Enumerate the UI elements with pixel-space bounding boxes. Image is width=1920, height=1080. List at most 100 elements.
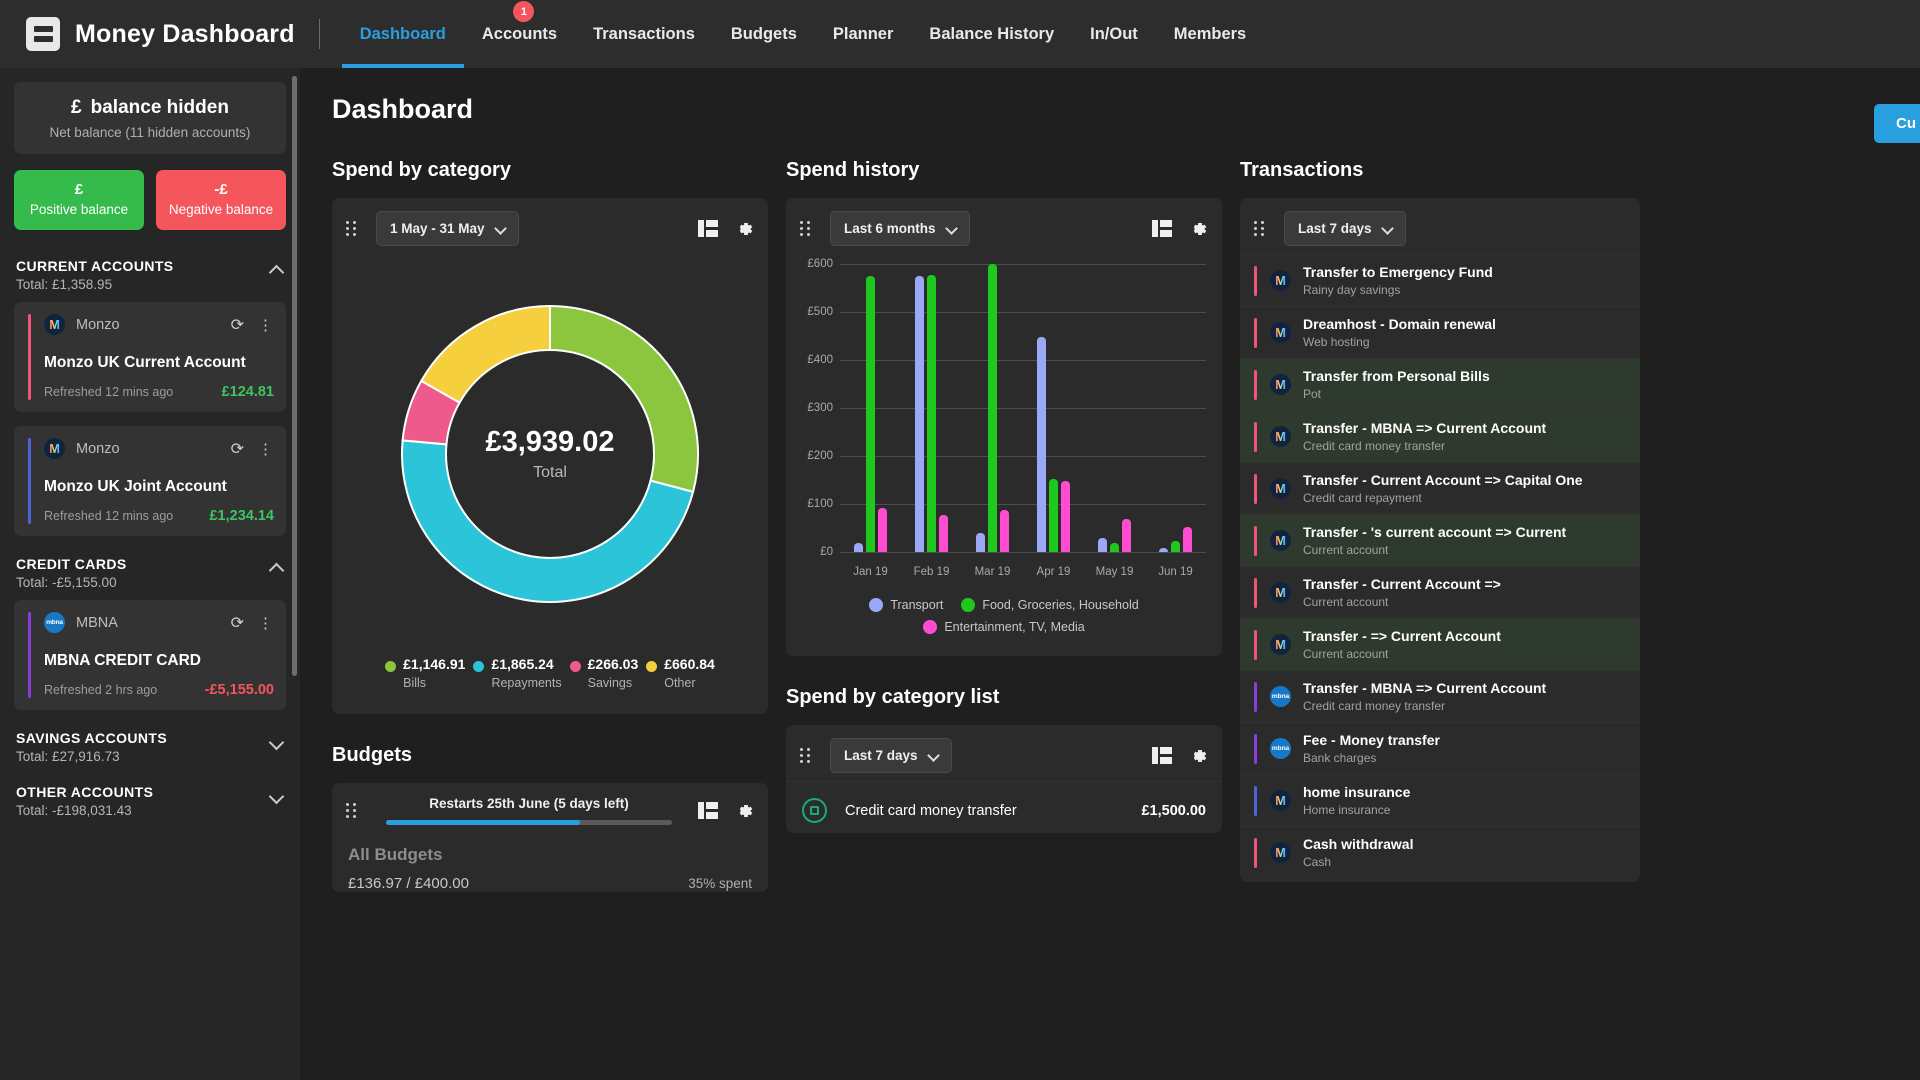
gear-icon[interactable] xyxy=(1188,219,1208,239)
nav-item-balance-history[interactable]: Balance History xyxy=(911,0,1072,68)
donut-slice-other[interactable] xyxy=(421,306,550,403)
nav-item-dashboard[interactable]: Dashboard xyxy=(342,0,464,68)
drag-handle-icon[interactable] xyxy=(346,803,360,818)
account-bank-name: Monzo xyxy=(76,441,231,457)
gear-icon[interactable] xyxy=(1188,746,1208,766)
bar-group xyxy=(901,264,962,552)
positive-balance-button[interactable]: £ Positive balance xyxy=(14,170,144,230)
donut-legend-item[interactable]: £1,865.24Repayments xyxy=(473,656,561,690)
refresh-icon[interactable]: ⟳ xyxy=(231,439,244,459)
budget-percent: 35% spent xyxy=(688,876,752,891)
refresh-icon[interactable]: ⟳ xyxy=(231,613,244,633)
transaction-row[interactable]: M home insuranceHome insurance xyxy=(1240,774,1640,826)
nav-item-planner[interactable]: Planner xyxy=(815,0,912,68)
x-axis-tick-label: May 19 xyxy=(1084,566,1145,578)
chart-legend-item[interactable]: Food, Groceries, Household xyxy=(961,598,1138,612)
account-color-stripe xyxy=(28,438,31,524)
account-group-header[interactable]: CREDIT CARDSTotal: -£5,155.00 xyxy=(14,550,286,600)
bar-entertainment[interactable] xyxy=(1183,527,1192,552)
drag-handle-icon[interactable] xyxy=(800,221,814,236)
nav-item-members[interactable]: Members xyxy=(1156,0,1264,68)
transaction-row[interactable]: MTransfer - 's current account => Curren… xyxy=(1240,514,1640,566)
transaction-row[interactable]: MTransfer - MBNA => Current AccountCredi… xyxy=(1240,410,1640,462)
bar-entertainment[interactable] xyxy=(1061,481,1070,552)
bar-entertainment[interactable] xyxy=(1000,510,1009,552)
account-group-header[interactable]: CURRENT ACCOUNTSTotal: £1,358.95 xyxy=(14,252,286,302)
bar-food[interactable] xyxy=(1049,479,1058,552)
transaction-row[interactable]: MTransfer to Emergency FundRainy day sav… xyxy=(1240,254,1640,306)
chevron-down-icon[interactable] xyxy=(270,790,284,804)
account-group: CURRENT ACCOUNTSTotal: £1,358.95MMonzo⟳⋮… xyxy=(14,252,286,536)
chart-legend-item[interactable]: Entertainment, TV, Media xyxy=(923,620,1084,634)
nav-item-transactions[interactable]: Transactions xyxy=(575,0,713,68)
account-card[interactable]: MMonzo⟳⋮Monzo UK Joint AccountRefreshed … xyxy=(14,426,286,536)
column-spend-by-category: Spend by category 1 May - 31 May xyxy=(332,159,768,892)
spend-list-row[interactable]: Credit card money transfer£1,500.00 xyxy=(786,781,1222,833)
customise-button[interactable]: Cu xyxy=(1874,104,1920,143)
net-balance-card[interactable]: £balance hidden Net balance (11 hidden a… xyxy=(14,82,286,154)
drag-handle-icon[interactable] xyxy=(1254,221,1268,236)
transaction-row[interactable]: mbnaTransfer - MBNA => Current AccountCr… xyxy=(1240,670,1640,722)
gear-icon[interactable] xyxy=(734,801,754,821)
gear-icon[interactable] xyxy=(734,219,754,239)
bar-transport[interactable] xyxy=(915,276,924,552)
transaction-row[interactable]: mbnaFee - Money transferBank charges xyxy=(1240,722,1640,774)
transaction-row[interactable]: MTransfer - => Current AccountCurrent ac… xyxy=(1240,618,1640,670)
donut-legend-item[interactable]: £266.03Savings xyxy=(570,656,639,690)
layout-icon[interactable] xyxy=(1152,220,1172,237)
bar-transport[interactable] xyxy=(1098,538,1107,552)
sidebar-scrollbar[interactable] xyxy=(292,76,297,676)
nav-item-accounts[interactable]: Accounts1 xyxy=(464,0,575,68)
bar-transport[interactable] xyxy=(854,543,863,552)
layout-icon[interactable] xyxy=(698,802,718,819)
account-name: Monzo UK Current Account xyxy=(14,354,274,372)
layout-icon[interactable] xyxy=(698,220,718,237)
date-range-dropdown[interactable]: Last 6 months xyxy=(830,211,970,246)
date-range-dropdown[interactable]: Last 7 days xyxy=(830,738,952,773)
layout-icon[interactable] xyxy=(1152,747,1172,764)
bar-entertainment[interactable] xyxy=(878,508,887,552)
transaction-row[interactable]: MCash withdrawalCash xyxy=(1240,826,1640,878)
donut-legend-item[interactable]: £660.84Other xyxy=(646,656,715,690)
transaction-category: Bank charges xyxy=(1303,751,1630,765)
drag-handle-icon[interactable] xyxy=(346,221,360,236)
more-options-icon[interactable]: ⋮ xyxy=(258,440,274,458)
bar-transport[interactable] xyxy=(1037,337,1046,552)
chart-legend-item[interactable]: Transport xyxy=(869,598,943,612)
chevron-up-icon[interactable] xyxy=(270,264,284,278)
transaction-row[interactable]: MTransfer - Current Account => Capital O… xyxy=(1240,462,1640,514)
transaction-row[interactable]: MDreamhost - Domain renewalWeb hosting xyxy=(1240,306,1640,358)
nav-item-budgets[interactable]: Budgets xyxy=(713,0,815,68)
bar-food[interactable] xyxy=(927,275,936,552)
nav-item-in-out[interactable]: In/Out xyxy=(1072,0,1156,68)
bar-food[interactable] xyxy=(1110,543,1119,552)
account-card[interactable]: MMonzo⟳⋮Monzo UK Current AccountRefreshe… xyxy=(14,302,286,412)
transactions-widget: Last 7 days MTransfer to Emergency FundR… xyxy=(1240,198,1640,882)
chevron-down-icon[interactable] xyxy=(270,736,284,750)
bar-transport[interactable] xyxy=(1159,548,1168,552)
drag-handle-icon[interactable] xyxy=(800,748,814,763)
bar-transport[interactable] xyxy=(976,533,985,552)
refresh-icon[interactable]: ⟳ xyxy=(231,315,244,335)
date-range-dropdown[interactable]: 1 May - 31 May xyxy=(376,211,519,246)
date-range-dropdown[interactable]: Last 7 days xyxy=(1284,211,1406,246)
account-card[interactable]: mbnaMBNA⟳⋮MBNA CREDIT CARDRefreshed 2 hr… xyxy=(14,600,286,710)
chevron-up-icon[interactable] xyxy=(270,562,284,576)
account-group-header[interactable]: OTHER ACCOUNTSTotal: -£198,031.43 xyxy=(14,778,286,828)
bar-food[interactable] xyxy=(988,264,997,552)
more-options-icon[interactable]: ⋮ xyxy=(258,316,274,334)
transaction-row[interactable]: MTransfer - Current Account =>Current ac… xyxy=(1240,566,1640,618)
nav-item-label: Planner xyxy=(833,25,894,44)
transaction-row[interactable]: MTransfer from Personal BillsPot xyxy=(1240,358,1640,410)
transaction-color-stripe xyxy=(1254,526,1257,556)
bar-entertainment[interactable] xyxy=(939,515,948,552)
negative-balance-button[interactable]: -£ Negative balance xyxy=(156,170,286,230)
bar-entertainment[interactable] xyxy=(1122,519,1131,552)
more-options-icon[interactable]: ⋮ xyxy=(258,614,274,632)
column-spend-history: Spend history Last 6 months xyxy=(786,159,1222,892)
donut-legend-item[interactable]: £1,146.91Bills xyxy=(385,656,465,690)
hamburger-logo-icon[interactable] xyxy=(26,17,60,51)
bar-food[interactable] xyxy=(866,276,875,552)
account-group-header[interactable]: SAVINGS ACCOUNTSTotal: £27,916.73 xyxy=(14,724,286,774)
bar-food[interactable] xyxy=(1171,541,1180,552)
